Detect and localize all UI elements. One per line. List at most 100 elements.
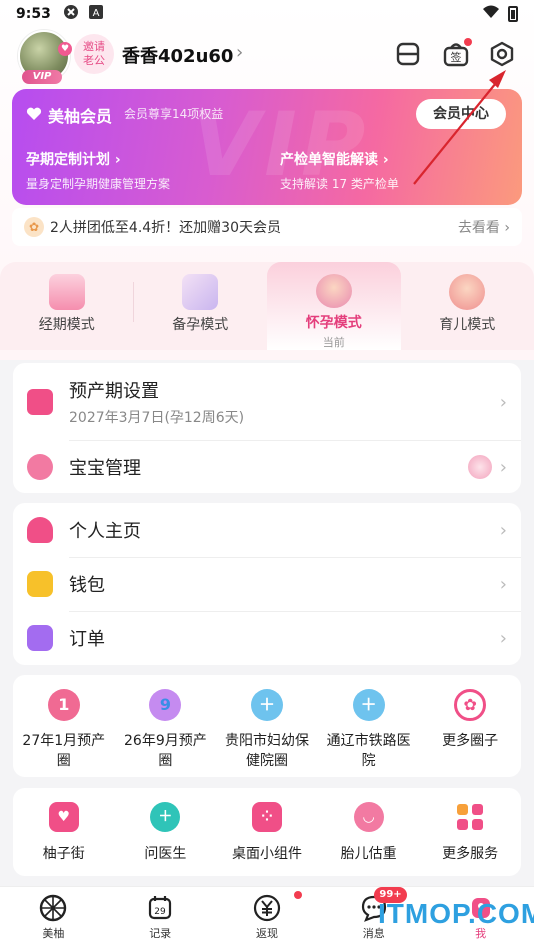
vip-card[interactable]: VIP 美柚会员 会员尊享14项权益 会员中心 孕期定制计划 › 量身定制孕期健… — [12, 89, 522, 205]
wallet-row[interactable]: 钱包 › — [13, 557, 521, 611]
baby-management-row[interactable]: 宝宝管理 › — [13, 443, 521, 491]
nav-record[interactable]: 29 记录 — [107, 887, 214, 950]
circles-grid: 1 27年1月预产圈 9 26年9月预产圈 ＋ 贵阳市妇幼保健院圈 ＋ 通辽市铁… — [13, 689, 521, 771]
services-card: ♥ 柚子街 ＋ 问医生 ⁘ 桌面小组件 ◡ 胎儿估重 更多服务 — [13, 788, 521, 876]
username[interactable]: 香香402u60 — [122, 42, 233, 68]
personal-homepage-row[interactable]: 个人主页 › — [13, 503, 521, 557]
vip-heart-icon — [26, 106, 42, 125]
tab-period-mode[interactable]: 经期模式 — [0, 262, 134, 350]
more-services-icon — [455, 802, 485, 832]
calendar-day-number: 29 — [154, 907, 166, 917]
circle-item[interactable]: ＋ 通辽市铁路医院 — [318, 689, 420, 771]
chevron-right-icon[interactable]: › — [236, 42, 243, 63]
nav-label: 记录 — [149, 927, 172, 940]
personal-homepage-label: 个人主页 — [69, 521, 141, 542]
services-grid: ♥ 柚子街 ＋ 问医生 ⁘ 桌面小组件 ◡ 胎儿估重 更多服务 — [13, 802, 521, 864]
service-label: 更多服务 — [442, 846, 499, 862]
due-circle-icon: 9 — [149, 689, 182, 721]
nav-meiyou[interactable]: 美柚 — [0, 887, 107, 950]
settings-gear-icon[interactable] — [488, 40, 516, 68]
pregnancy-settings-card: 预产期设置 2027年3月7日(孕12周6天) › 宝宝管理 › — [13, 363, 521, 493]
widget-icon: ⁘ — [251, 802, 282, 832]
due-date-setting-row[interactable]: 预产期设置 2027年3月7日(孕12周6天) › — [13, 377, 521, 427]
promo-banner[interactable]: ✿ 2人拼团低至4.4折！还加赠30天会员 去看看 › — [12, 208, 522, 246]
profile-header: VIP ♥ 邀请 老公 香香402u60 › 签 — [18, 30, 518, 84]
vip-title: 美柚会员 — [26, 103, 112, 127]
hospital-icon: ＋ — [250, 689, 283, 721]
test-strip-icon — [182, 274, 219, 310]
pregnant-woman-icon — [315, 274, 352, 308]
person-icon — [27, 517, 53, 543]
circle-item[interactable]: ＋ 贵阳市妇幼保健院圈 — [216, 689, 318, 771]
orders-label: 订单 — [69, 629, 105, 650]
sign-in-gift-icon[interactable]: 签 — [442, 38, 472, 68]
vip-title-text: 美柚会员 — [48, 107, 113, 126]
circles-card: 1 27年1月预产圈 9 26年9月预产圈 ＋ 贵阳市妇幼保健院圈 ＋ 通辽市铁… — [13, 675, 521, 777]
circle-label: 通辽市铁路医院 — [326, 733, 411, 769]
mode-tabs: 经期模式 备孕模式 怀孕模式 当前 育儿模式 — [0, 262, 534, 350]
cashback-yen-icon — [253, 894, 281, 922]
svg-text:A: A — [92, 8, 99, 19]
vip-feature-desc: 量身定制孕期健康管理方案 — [26, 177, 171, 191]
circle-label: 更多圈子 — [442, 733, 499, 749]
member-center-button[interactable]: 会员中心 — [416, 99, 506, 129]
nav-cashback[interactable]: 返现 — [214, 887, 321, 950]
service-item[interactable]: ＋ 问医生 — [115, 802, 217, 864]
circle-label: 贵阳市妇幼保健院圈 — [224, 733, 309, 769]
heart-icon: ♥ — [58, 42, 72, 56]
scan-icon[interactable] — [394, 40, 422, 68]
status-bar: 9:53 A — [0, 0, 534, 28]
mode-label: 育儿模式 — [439, 317, 496, 333]
service-item[interactable]: ♥ 柚子街 — [13, 802, 115, 864]
tab-prepare-mode[interactable]: 备孕模式 — [134, 262, 268, 350]
chevron-right-icon: › — [499, 627, 507, 649]
notification-a-icon: A — [88, 5, 103, 23]
vip-feature-desc: 支持解读 17 类产检单 — [280, 177, 399, 191]
tab-parenting-mode[interactable]: 育儿模式 — [401, 262, 534, 350]
sync-icon — [63, 4, 79, 24]
chevron-right-icon: › — [499, 391, 507, 413]
promo-more-link[interactable]: 去看看 › — [458, 217, 510, 237]
vip-feature-report-reading[interactable]: 产检单智能解读 › 支持解读 17 类产检单 — [280, 149, 399, 192]
sign-in-red-dot — [464, 38, 472, 46]
circle-item[interactable]: 9 26年9月预产圈 — [115, 689, 217, 771]
wallet-icon — [27, 571, 53, 597]
cashback-red-dot — [293, 891, 302, 899]
mother-baby-icon — [449, 274, 486, 310]
invite-line2: 老公 — [83, 54, 105, 67]
current-mode-label: 当前 — [322, 336, 345, 349]
circle-item[interactable]: 1 27年1月预产圈 — [13, 689, 115, 771]
orders-row[interactable]: 订单 › — [13, 611, 521, 665]
shopping-bag-icon: ♥ — [48, 802, 79, 832]
mode-label: 怀孕模式 — [305, 315, 362, 331]
more-circles-icon: ✿ — [454, 689, 487, 721]
nav-label: 返现 — [255, 927, 278, 940]
nav-label: 美柚 — [42, 927, 65, 940]
mode-label: 经期模式 — [38, 317, 95, 333]
invite-husband-button[interactable]: 邀请 老公 — [74, 34, 114, 74]
due-date-icon — [27, 389, 53, 415]
circle-label: 26年9月预产圈 — [124, 733, 207, 769]
service-item[interactable]: 更多服务 — [419, 802, 521, 864]
calendar-icon — [48, 274, 85, 310]
order-list-icon — [27, 625, 53, 651]
meiyou-icon — [40, 894, 67, 922]
vip-feature-pregnancy-plan[interactable]: 孕期定制计划 › 量身定制孕期健康管理方案 — [26, 149, 170, 192]
vip-subtitle: 会员尊享14项权益 — [124, 107, 224, 121]
battery-icon — [508, 6, 518, 22]
due-date-value: 2027年3月7日(孕12周6天) — [69, 410, 245, 426]
service-item[interactable]: ◡ 胎儿估重 — [318, 802, 420, 864]
ask-doctor-icon: ＋ — [150, 802, 181, 832]
service-label: 问医生 — [144, 846, 187, 862]
site-watermark: ITMOP.COM — [378, 898, 534, 929]
tab-pregnancy-mode[interactable]: 怀孕模式 当前 — [267, 262, 401, 350]
vip-feature-title: 产检单智能解读 — [280, 152, 378, 168]
invite-line1: 邀请 — [83, 40, 105, 53]
hospital-icon: ＋ — [352, 689, 385, 721]
baby-face-icon — [27, 454, 53, 480]
circle-item[interactable]: ✿ 更多圈子 — [419, 689, 521, 771]
service-item[interactable]: ⁘ 桌面小组件 — [216, 802, 318, 864]
vip-feature-title: 孕期定制计划 — [26, 152, 110, 168]
chevron-right-icon: › — [499, 519, 507, 541]
vip-badge: VIP — [22, 70, 62, 84]
